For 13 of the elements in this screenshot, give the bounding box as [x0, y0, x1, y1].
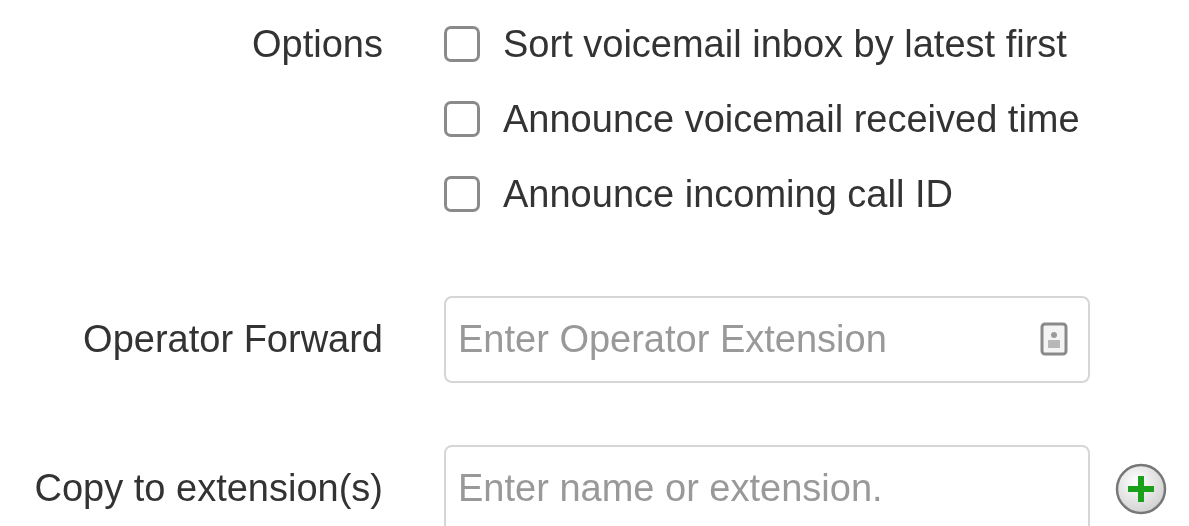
option-label: Announce voicemail received time — [503, 96, 1080, 142]
checkbox[interactable] — [444, 176, 480, 212]
checkbox[interactable] — [444, 101, 480, 137]
contact-card-icon[interactable] — [1040, 322, 1068, 356]
operator-extension-field[interactable]: Enter Operator Extension — [444, 296, 1090, 383]
option-label: Announce incoming call ID — [503, 171, 953, 217]
operator-forward-label: Operator Forward — [83, 318, 383, 360]
option-label: Sort voicemail inbox by latest first — [503, 21, 1067, 67]
copy-to-label: Copy to extension(s) — [34, 467, 383, 509]
checkbox[interactable] — [444, 26, 480, 62]
add-icon[interactable] — [1114, 461, 1168, 516]
options-label: Options — [252, 23, 383, 65]
extension-search-field[interactable]: Enter name or extension. — [444, 445, 1090, 526]
